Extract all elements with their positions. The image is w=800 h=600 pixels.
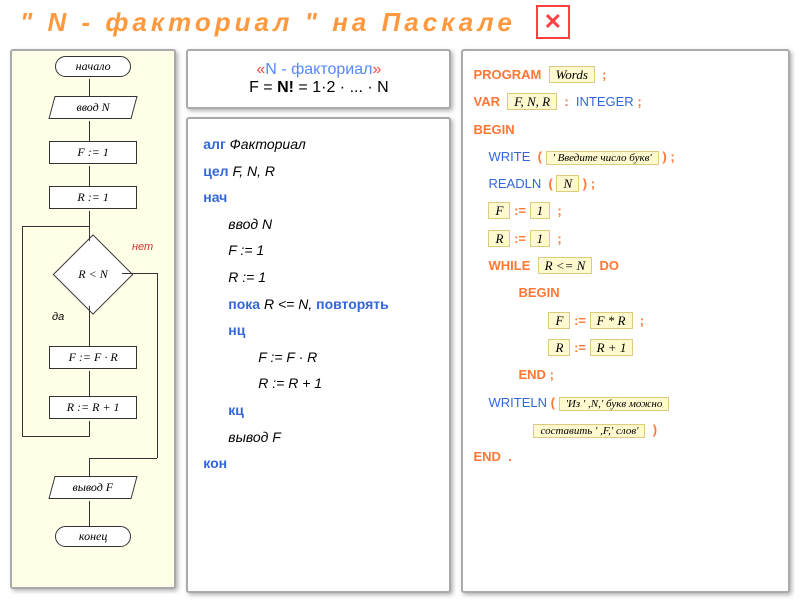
fc-assign2: R := 1 — [49, 186, 137, 209]
algorithm-panel: алг Факториал цел F, N, R нач ввод N F :… — [186, 117, 451, 593]
fc-start: начало — [55, 56, 131, 77]
fc-assign1: F := 1 — [49, 141, 137, 164]
page-title: " N - факториал " на Паскале — [20, 7, 516, 38]
label-yes: да — [52, 311, 64, 323]
close-button[interactable]: ✕ — [536, 5, 570, 39]
pascal-code-panel: PROGRAM Words ; VAR F, N, R : INTEGER ; … — [461, 49, 790, 593]
fc-assign4: R := R + 1 — [49, 396, 137, 419]
flowchart-panel: начало ввод N F := 1 R := 1 R < N F := F… — [10, 49, 176, 589]
fc-end: конец — [55, 526, 131, 547]
fc-decision: R < N — [53, 234, 134, 315]
label-no: нет — [132, 241, 153, 253]
fc-output: вывод F — [49, 476, 138, 499]
formula-panel: «N - факториал» F = N! = 1·2 · ... · N — [186, 49, 451, 109]
fc-input: ввод N — [49, 96, 138, 119]
fc-assign3: F := F · R — [49, 346, 137, 369]
